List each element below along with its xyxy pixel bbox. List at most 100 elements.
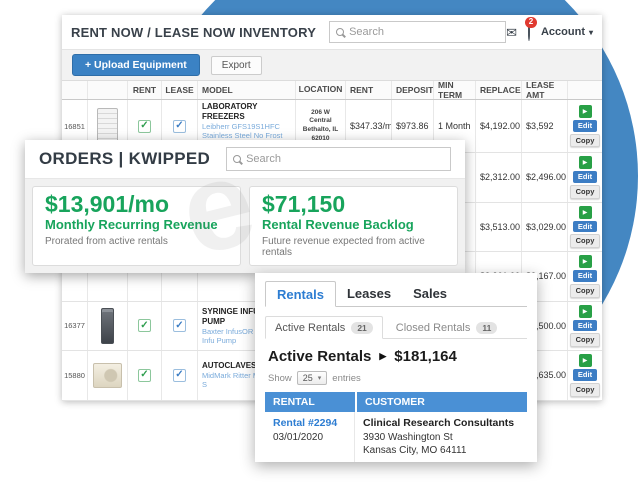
- orders-card-body: $13,901/mo Monthly Recurring Revenue Pro…: [25, 178, 465, 273]
- lease-amt-value: $3,592: [522, 100, 568, 152]
- col-actions: [568, 81, 602, 99]
- active-rentals-heading: Active Rentals ▶ $181,164: [268, 348, 527, 365]
- chevron-down-icon: ▾: [589, 28, 593, 37]
- edit-button[interactable]: Edit: [573, 320, 597, 332]
- copy-button[interactable]: Copy: [570, 185, 601, 199]
- page-size-select[interactable]: 25 ▾: [297, 371, 328, 385]
- notifications-button[interactable]: 2: [528, 23, 530, 41]
- search-icon: [336, 28, 344, 36]
- edit-button[interactable]: Edit: [573, 221, 597, 233]
- col-rent-price[interactable]: RENT: [346, 81, 392, 99]
- search-input-wrap[interactable]: [329, 21, 506, 43]
- copy-button[interactable]: Copy: [570, 383, 601, 397]
- heading-total-value: $181,164: [394, 348, 457, 365]
- metric-value: $13,901/mo: [45, 191, 228, 217]
- col-min-term[interactable]: MIN TERM: [434, 81, 476, 99]
- rental-link[interactable]: Rental #2294: [273, 417, 346, 431]
- metric-label: Monthly Recurring Revenue: [45, 217, 228, 233]
- equipment-thumbnail: [97, 108, 118, 144]
- edit-button[interactable]: Edit: [573, 369, 597, 381]
- tab-sales[interactable]: Sales: [402, 281, 458, 307]
- copy-button[interactable]: Copy: [570, 134, 601, 148]
- copy-button[interactable]: Copy: [570, 234, 601, 248]
- metric-note: Prorated from active rentals: [45, 236, 228, 247]
- col-deposit[interactable]: DEPOSIT: [392, 81, 434, 99]
- caret-right-icon: ▶: [379, 351, 386, 362]
- play-icon[interactable]: ▶: [579, 206, 592, 219]
- play-icon[interactable]: ▶: [579, 305, 592, 318]
- notification-badge: 2: [525, 17, 537, 28]
- col-rental[interactable]: RENTAL: [265, 392, 355, 412]
- col-lease-amt[interactable]: LEASE AMT: [522, 81, 568, 99]
- customer-address: Kansas City, MO 64111: [363, 444, 519, 457]
- rent-checkbox[interactable]: ✓: [138, 120, 151, 133]
- edit-button[interactable]: Edit: [573, 270, 597, 282]
- rental-row[interactable]: Rental #2294 03/01/2020 Clinical Researc…: [265, 412, 527, 462]
- equipment-thumbnail: [93, 363, 122, 388]
- pagination-controls: Show 25 ▾ entries: [268, 371, 527, 385]
- toolbar: + Upload Equipment Export: [62, 49, 602, 81]
- col-rent[interactable]: RENT: [128, 81, 162, 99]
- replace-value: $3,513.00: [476, 203, 522, 252]
- col-thumb: [88, 81, 128, 99]
- page-title: RENT NOW / LEASE NOW INVENTORY: [71, 25, 316, 40]
- tab-rentals[interactable]: Rentals: [265, 281, 336, 307]
- metric-rental-revenue-backlog: $71,150 Rental Revenue Backlog Future re…: [249, 186, 458, 266]
- account-menu[interactable]: Account ▾: [541, 26, 593, 38]
- lease-checkbox[interactable]: ✓: [173, 369, 186, 382]
- rentals-table: RENTAL CUSTOMER Rental #2294 03/01/2020 …: [265, 392, 527, 462]
- equipment-thumbnail: [101, 308, 114, 344]
- subtab-closed-rentals[interactable]: Closed Rentals 11: [387, 316, 507, 339]
- customer-name: Clinical Research Consultants: [363, 417, 519, 431]
- metric-label: Rental Revenue Backlog: [262, 217, 445, 233]
- subtab-label: Active Rentals: [275, 322, 345, 334]
- orders-search-input[interactable]: [246, 153, 444, 165]
- replace-value: $4,192.00: [476, 100, 522, 152]
- model-name: AUTOCLAVES: [202, 361, 256, 371]
- edit-button[interactable]: Edit: [573, 120, 597, 132]
- customer-address: 3930 Washington St: [363, 431, 519, 444]
- model-name: LABORATORY FREEZERS: [202, 102, 291, 122]
- tab-leases[interactable]: Leases: [336, 281, 402, 307]
- orders-card-title: ORDERS | KWIPPED: [39, 149, 210, 169]
- messages-icon[interactable]: ✉: [506, 26, 517, 39]
- rentals-panel: Rentals Leases Sales Active Rentals 21 C…: [255, 273, 537, 462]
- item-id: 15880: [62, 351, 88, 400]
- col-location[interactable]: LOCATION: [296, 81, 346, 99]
- rent-checkbox[interactable]: ✓: [138, 319, 151, 332]
- lease-checkbox[interactable]: ✓: [173, 120, 186, 133]
- col-lease[interactable]: LEASE: [162, 81, 198, 99]
- metric-note: Future revenue expected from active rent…: [262, 236, 445, 258]
- col-replace[interactable]: REPLACE: [476, 81, 522, 99]
- search-input[interactable]: [349, 26, 499, 38]
- upload-equipment-button[interactable]: + Upload Equipment: [72, 54, 200, 76]
- show-label: Show: [268, 373, 292, 384]
- orders-card: ORDERS | KWIPPED $13,901/mo Monthly Recu…: [25, 140, 465, 273]
- page-size-value: 25: [303, 373, 313, 383]
- subtab-active-rentals[interactable]: Active Rentals 21: [265, 316, 383, 339]
- chevron-down-icon: ▾: [318, 374, 322, 382]
- window-header: RENT NOW / LEASE NOW INVENTORY ✉ 2 Accou…: [62, 15, 602, 49]
- replace-value: $2,312.00: [476, 153, 522, 202]
- lease-checkbox[interactable]: ✓: [173, 319, 186, 332]
- play-icon[interactable]: ▶: [579, 354, 592, 367]
- play-icon[interactable]: ▶: [579, 255, 592, 268]
- copy-button[interactable]: Copy: [570, 333, 601, 347]
- col-customer[interactable]: CUSTOMER: [357, 392, 527, 412]
- closed-rentals-count-badge: 11: [476, 322, 497, 334]
- export-button[interactable]: Export: [211, 56, 262, 75]
- lease-amt-value: $3,029.00: [522, 203, 568, 252]
- metric-monthly-recurring-revenue: $13,901/mo Monthly Recurring Revenue Pro…: [32, 186, 241, 266]
- subtab-label: Closed Rentals: [396, 322, 471, 334]
- account-label: Account: [541, 26, 585, 38]
- edit-button[interactable]: Edit: [573, 171, 597, 183]
- orders-card-header: ORDERS | KWIPPED: [25, 140, 465, 178]
- heading-label: Active Rentals: [268, 348, 371, 365]
- col-model[interactable]: MODEL: [198, 81, 296, 99]
- play-icon[interactable]: ▶: [579, 105, 592, 118]
- copy-button[interactable]: Copy: [570, 284, 601, 298]
- screenshot-root: RENT NOW / LEASE NOW INVENTORY ✉ 2 Accou…: [0, 0, 642, 486]
- orders-search-wrap[interactable]: [226, 147, 451, 171]
- rent-checkbox[interactable]: ✓: [138, 369, 151, 382]
- play-icon[interactable]: ▶: [579, 156, 592, 169]
